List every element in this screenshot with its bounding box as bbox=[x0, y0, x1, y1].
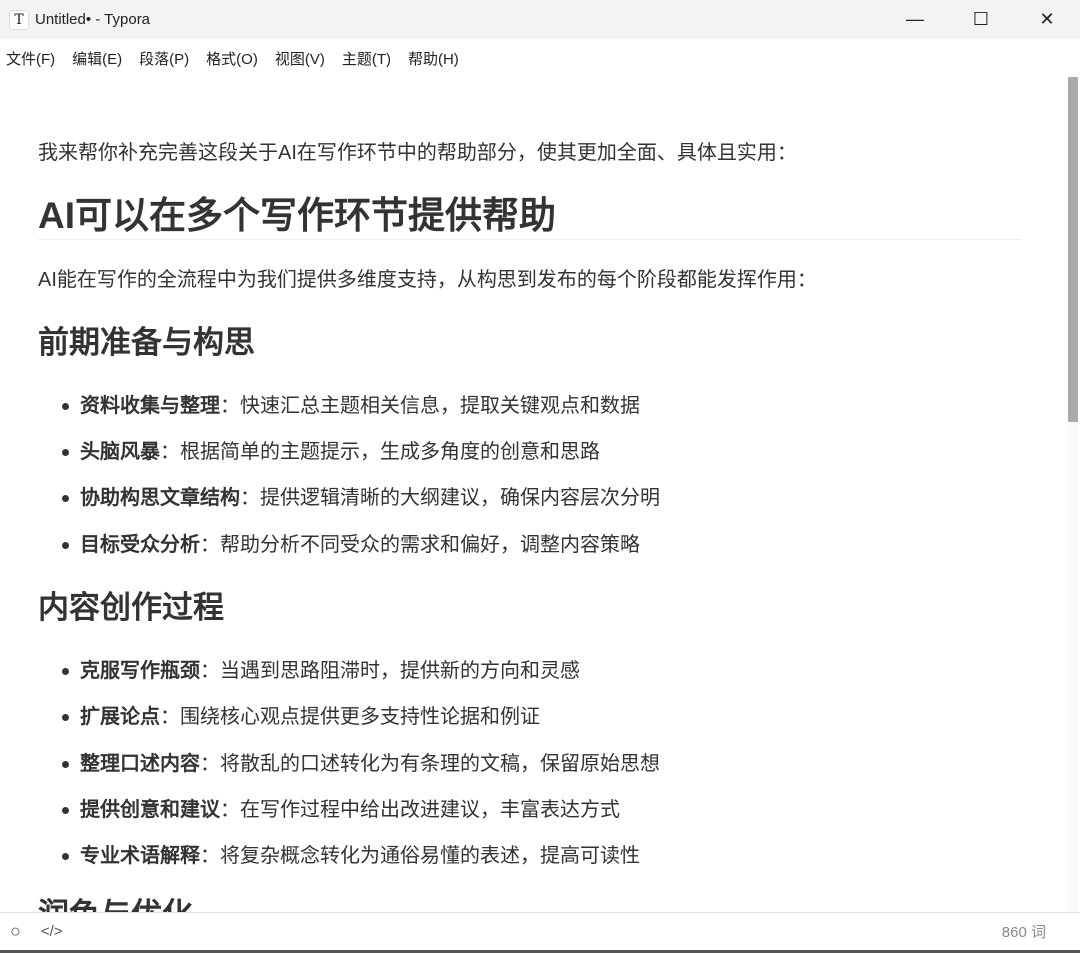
menu-format[interactable]: 格式(O) bbox=[206, 48, 258, 69]
menu-view[interactable]: 视图(V) bbox=[275, 48, 325, 69]
list-item: 头脑风暴：根据简单的主题提示，生成多角度的创意和思路 bbox=[62, 438, 600, 466]
menu-file[interactable]: 文件(F) bbox=[6, 48, 55, 69]
minimize-button[interactable]: — bbox=[882, 0, 948, 39]
word-count[interactable]: 860 词 bbox=[1002, 921, 1046, 942]
list-item: 目标受众分析：帮助分析不同受众的需求和偏好，调整内容策略 bbox=[62, 531, 640, 559]
list-item: 扩展论点：围绕核心观点提供更多支持性论据和例证 bbox=[62, 703, 540, 731]
editor-content[interactable]: 我来帮你补充完善这段关于AI在写作环节中的帮助部分，使其更加全面、具体且实用： … bbox=[0, 77, 1066, 912]
list-item: 整理口述内容：将散乱的口述转化为有条理的文稿，保留原始思想 bbox=[62, 750, 660, 778]
heading-2: 润色与优化 bbox=[38, 895, 193, 912]
list-item: 专业术语解释：将复杂概念转化为通俗易懂的表述，提高可读性 bbox=[62, 842, 640, 870]
close-button[interactable]: ✕ bbox=[1014, 0, 1080, 39]
heading-1: AI可以在多个写作环节提供帮助 bbox=[38, 193, 1022, 240]
scrollbar-thumb[interactable] bbox=[1068, 77, 1078, 422]
outline-toggle-circle-icon[interactable]: ○ bbox=[10, 921, 21, 942]
heading-2: 前期准备与构思 bbox=[38, 325, 255, 360]
window-title: Untitled• - Typora bbox=[35, 11, 151, 28]
heading-2: 内容创作过程 bbox=[38, 590, 224, 625]
list-item: 资料收集与整理：快速汇总主题相关信息，提取关键观点和数据 bbox=[62, 392, 640, 420]
paragraph: AI能在写作的全流程中为我们提供多维度支持，从构思到发布的每个阶段都能发挥作用： bbox=[38, 269, 817, 291]
status-bar: ○ </> 860 词 bbox=[0, 912, 1080, 950]
menu-edit[interactable]: 编辑(E) bbox=[72, 48, 122, 69]
list-item: 克服写作瓶颈：当遇到思路阻滞时，提供新的方向和灵感 bbox=[62, 657, 580, 685]
source-code-mode-icon[interactable]: </> bbox=[41, 923, 63, 940]
scrollbar[interactable] bbox=[1068, 77, 1078, 912]
title-bar: T Untitled• - Typora — ☐ ✕ bbox=[0, 0, 1080, 39]
intro-paragraph: 我来帮你补充完善这段关于AI在写作环节中的帮助部分，使其更加全面、具体且实用： bbox=[38, 142, 797, 164]
list-item: 协助构思文章结构：提供逻辑清晰的大纲建议，确保内容层次分明 bbox=[62, 484, 660, 512]
menu-bar: 文件(F) 编辑(E) 段落(P) 格式(O) 视图(V) 主题(T) 帮助(H… bbox=[0, 39, 1068, 77]
maximize-button[interactable]: ☐ bbox=[948, 0, 1014, 39]
menu-help[interactable]: 帮助(H) bbox=[408, 48, 459, 69]
menu-paragraph[interactable]: 段落(P) bbox=[139, 48, 189, 69]
list-item: 提供创意和建议：在写作过程中给出改进建议，丰富表达方式 bbox=[62, 796, 620, 824]
typora-app-icon: T bbox=[9, 9, 29, 30]
menu-theme[interactable]: 主题(T) bbox=[342, 48, 391, 69]
